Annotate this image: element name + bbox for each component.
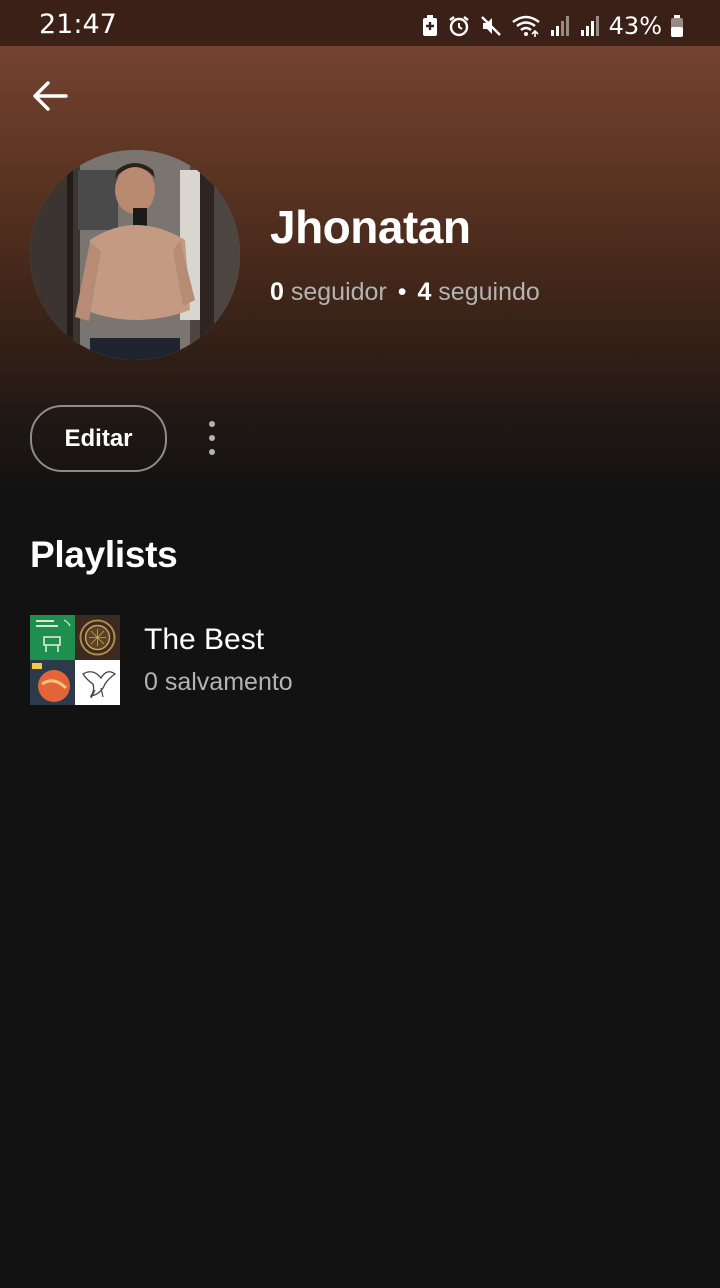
battery-percent: 43%	[608, 12, 662, 40]
alarm-icon	[447, 14, 471, 38]
wifi-icon	[511, 14, 541, 38]
battery-icon	[670, 14, 684, 38]
status-time: 21:47	[39, 9, 117, 40]
album-art-tile	[75, 660, 120, 705]
playlist-name: The Best	[144, 623, 265, 656]
profile-screen: 21:47 43% Jhonatan 0 seguidor • 4 seguin…	[0, 0, 720, 1288]
profile-name: Jhonatan	[270, 201, 471, 253]
mute-icon	[479, 14, 503, 38]
playlist-cover	[30, 615, 120, 705]
following-label[interactable]: seguindo	[438, 278, 539, 306]
back-button[interactable]	[26, 74, 74, 122]
battery-saver-icon	[421, 14, 439, 38]
playlist-item[interactable]: The Best 0 salvamento	[30, 615, 690, 705]
status-bar: 21:47 43%	[0, 0, 720, 46]
followers-count[interactable]: 0	[270, 278, 284, 306]
signal-icon	[579, 14, 601, 38]
more-vertical-icon-dot	[209, 435, 215, 441]
album-art-tile	[75, 615, 120, 660]
playlists-section-title: Playlists	[30, 534, 178, 575]
album-art-tile	[30, 615, 75, 660]
edit-profile-button[interactable]: Editar	[30, 405, 167, 472]
following-count[interactable]: 4	[417, 278, 431, 306]
album-art-tile	[30, 660, 75, 705]
more-vertical-icon-dot	[209, 421, 215, 427]
follow-stats: 0 seguidor • 4 seguindo	[270, 278, 540, 307]
playlist-meta: 0 salvamento	[144, 668, 293, 696]
more-vertical-icon-dot	[209, 449, 215, 455]
followers-label[interactable]: seguidor	[291, 278, 387, 306]
arrow-left-icon	[30, 76, 70, 121]
more-options-button[interactable]	[196, 414, 228, 462]
status-icons: 43%	[421, 12, 684, 40]
signal-icon	[549, 14, 571, 38]
avatar[interactable]	[30, 150, 240, 360]
stats-separator: •	[397, 278, 407, 306]
